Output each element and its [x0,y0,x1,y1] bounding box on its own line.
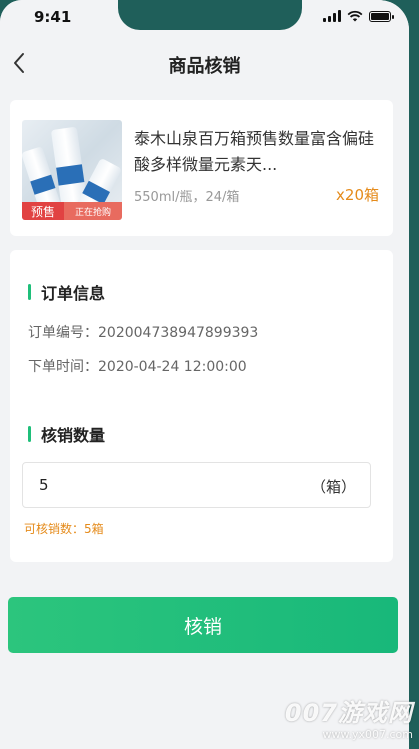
order-section-title: 订单信息 [41,284,106,303]
battery-icon [369,10,394,22]
redeem-quantity-unit: （箱） [310,478,356,496]
order-time-label: 下单时间： [28,359,98,375]
order-number-label: 订单编号： [28,325,98,341]
order-card: 订单信息 订单编号：202004738947899393 下单时间：2020-0… [10,250,393,562]
order-time-value: 2020-04-24 12:00:00 [98,359,247,375]
available-quantity: 可核销数：5箱 [24,522,104,536]
product-card: 预售 正在抢购 泰木山泉百万箱预售数量富含偏硅酸多样微量元素天... 550ml… [10,100,393,236]
presale-badge: 预售 [22,202,64,220]
status-icons [323,10,394,22]
phone-screen: 9:41 商品核销 预售 正在抢购 泰木山泉百万箱预售数量富含偏硅酸多样微量元素… [0,0,409,749]
product-name: 泰木山泉百万箱预售数量富含偏硅酸多样微量元素天... [134,129,375,174]
product-spec: 550ml/瓶，24/箱 [134,190,240,205]
notch [118,0,302,30]
section-accent-bar [28,426,31,442]
product-tags: 预售 正在抢购 [22,202,122,220]
order-number-value: 202004738947899393 [98,325,259,341]
status-bar: 9:41 [0,0,409,36]
product-image: 预售 正在抢购 [22,120,122,220]
watermark: 007游戏网 www.yx007.com [285,693,413,741]
selling-badge: 正在抢购 [64,202,122,220]
status-time: 9:41 [34,8,72,26]
order-time-row: 下单时间：2020-04-24 12:00:00 [28,356,247,376]
section-accent-bar [28,284,31,300]
redeem-quantity-input[interactable]: 5 （箱） [22,462,371,508]
redeem-section-header: 核销数量 [28,422,105,446]
page-title: 商品核销 [168,56,241,77]
redeem-button[interactable]: 核销 [8,597,398,653]
product-quantity: x20箱 [336,186,379,204]
nav-bar: 商品核销 [0,40,409,86]
signal-icon [323,10,341,22]
wifi-icon [347,10,363,22]
order-number-row: 订单编号：202004738947899393 [28,322,258,342]
watermark-logo: 007游戏网 [284,699,413,727]
watermark-url: www.yx007.com [322,728,413,741]
redeem-section-title: 核销数量 [41,426,106,445]
order-section-header: 订单信息 [28,280,105,304]
redeem-quantity-value: 5 [39,476,49,494]
